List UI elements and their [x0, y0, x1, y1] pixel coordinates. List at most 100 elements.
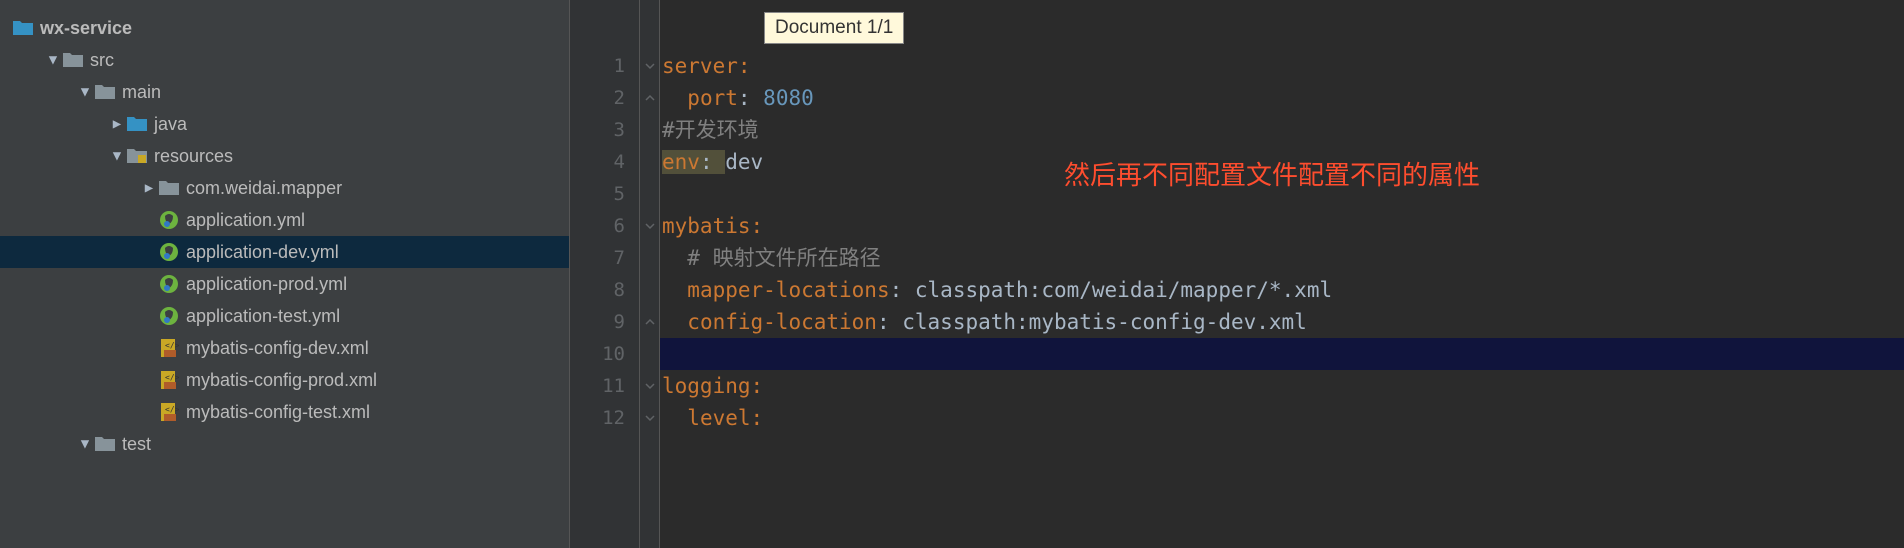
tree-item[interactable]: ▶application-dev.yml — [0, 236, 569, 268]
line-number[interactable]: 7 — [570, 242, 639, 274]
spring-icon — [158, 273, 180, 295]
fold-marker[interactable] — [640, 306, 659, 338]
tree-item-label: mybatis-config-dev.xml — [186, 338, 369, 359]
line-number[interactable]: 8 — [570, 274, 639, 306]
fold-marker[interactable] — [640, 210, 659, 242]
annotation-text: 然后再不同配置文件配置不同的属性 — [1064, 155, 1480, 192]
token — [662, 278, 687, 302]
fold-marker — [640, 338, 659, 370]
line-number[interactable]: 5 — [570, 178, 639, 210]
fold-column[interactable] — [640, 0, 660, 548]
fold-marker[interactable] — [640, 402, 659, 434]
code-area[interactable]: Document 1/1 然后再不同配置文件配置不同的属性 server: po… — [660, 0, 1904, 548]
tree-item[interactable]: ▼resources — [0, 140, 569, 172]
folder-icon — [62, 49, 84, 71]
tree-item[interactable]: ▶com.weidai.mapper — [0, 172, 569, 204]
fold-marker — [640, 178, 659, 210]
document-indicator: Document 1/1 — [764, 12, 904, 44]
token: server — [662, 54, 738, 78]
tree-item[interactable]: ▼ test — [0, 428, 569, 460]
line-number[interactable]: 6 — [570, 210, 639, 242]
token: 8080 — [763, 86, 814, 110]
chevron-right-icon[interactable]: ▶ — [140, 180, 158, 196]
line-number[interactable]: 1 — [570, 50, 639, 82]
code-line[interactable] — [660, 338, 1904, 370]
code-line[interactable]: logging: — [660, 370, 1904, 402]
tree-item-label: src — [90, 50, 114, 71]
chevron-down-icon[interactable]: ▼ — [108, 148, 126, 164]
line-number[interactable]: 3 — [570, 114, 639, 146]
code-line[interactable]: mapper-locations: classpath:com/weidai/m… — [660, 274, 1904, 306]
chevron-down-icon[interactable]: ▼ — [76, 84, 94, 100]
line-gutter[interactable]: 123456789101112 — [570, 0, 640, 548]
xml-icon: </> — [158, 369, 180, 391]
token — [662, 86, 687, 110]
tree-item[interactable]: ▶application-test.yml — [0, 300, 569, 332]
token: : — [890, 278, 915, 302]
fold-marker — [640, 114, 659, 146]
token: logging — [662, 374, 751, 398]
spring-icon — [158, 241, 180, 263]
line-number[interactable]: 12 — [570, 402, 639, 434]
token: : — [738, 54, 751, 78]
code-line[interactable]: level: — [660, 402, 1904, 434]
xml-icon: </> — [158, 401, 180, 423]
fold-marker[interactable] — [640, 370, 659, 402]
tree-item[interactable]: ▶</>mybatis-config-dev.xml — [0, 332, 569, 364]
code-line[interactable]: server: — [660, 50, 1904, 82]
tree-item[interactable]: ▶application.yml — [0, 204, 569, 236]
folder-icon — [12, 17, 34, 39]
tree-item-label: test — [122, 434, 151, 455]
tree-item[interactable]: ▼ src — [0, 44, 569, 76]
chevron-right-icon[interactable]: ▶ — [108, 116, 126, 132]
token: port — [687, 86, 738, 110]
folder-icon — [158, 177, 180, 199]
token: dev — [725, 150, 763, 174]
line-number[interactable]: 9 — [570, 306, 639, 338]
token: #开发环境 — [662, 118, 759, 142]
code-line[interactable]: mybatis: — [660, 210, 1904, 242]
token: : — [751, 406, 764, 430]
code-editor[interactable]: 123456789101112 Document 1/1 然后再不同配置文件配置… — [570, 0, 1904, 548]
token: classpath:com/weidai/mapper/*.xml — [915, 278, 1332, 302]
svg-text:</>: </> — [165, 341, 179, 350]
chevron-down-icon[interactable]: ▼ — [44, 52, 62, 68]
code-line[interactable]: # 映射文件所在路径 — [660, 242, 1904, 274]
folder-icon — [94, 433, 116, 455]
tree-item[interactable]: ▶</>mybatis-config-test.xml — [0, 396, 569, 428]
tree-root[interactable]: wx-service — [0, 12, 569, 44]
folder-teal-icon — [126, 113, 148, 135]
line-number[interactable]: 2 — [570, 82, 639, 114]
token: config-location — [687, 310, 877, 334]
code-line[interactable]: #开发环境 — [660, 114, 1904, 146]
token: : — [700, 150, 725, 174]
token: : — [751, 214, 764, 238]
code-line[interactable]: config-location: classpath:mybatis-confi… — [660, 306, 1904, 338]
token — [662, 310, 687, 334]
token: # 映射文件所在路径 — [687, 246, 880, 270]
tree-item-label: application-dev.yml — [186, 242, 339, 263]
tree-item[interactable]: ▶ java — [0, 108, 569, 140]
tree-item-label: main — [122, 82, 161, 103]
project-tree[interactable]: wx-service ▼ src ▼ main ▶ java ▼resources▶com.… — [0, 0, 570, 548]
token — [662, 406, 687, 430]
fold-marker[interactable] — [640, 82, 659, 114]
tree-label: wx-service — [40, 18, 132, 39]
tree-item[interactable]: ▶application-prod.yml — [0, 268, 569, 300]
token — [662, 246, 687, 270]
tree-item[interactable]: ▶</>mybatis-config-prod.xml — [0, 364, 569, 396]
line-number[interactable]: 10 — [570, 338, 639, 370]
code-line[interactable]: port: 8080 — [660, 82, 1904, 114]
tree-item[interactable]: ▼ main — [0, 76, 569, 108]
fold-marker — [640, 274, 659, 306]
tree-item-label: java — [154, 114, 187, 135]
fold-marker — [640, 146, 659, 178]
svg-text:</>: </> — [165, 405, 179, 414]
line-number[interactable]: 4 — [570, 146, 639, 178]
line-number[interactable]: 11 — [570, 370, 639, 402]
token: : — [738, 86, 763, 110]
token: classpath:mybatis-config-dev.xml — [902, 310, 1307, 334]
spring-icon — [158, 209, 180, 231]
chevron-down-icon[interactable]: ▼ — [76, 436, 94, 452]
fold-marker[interactable] — [640, 50, 659, 82]
